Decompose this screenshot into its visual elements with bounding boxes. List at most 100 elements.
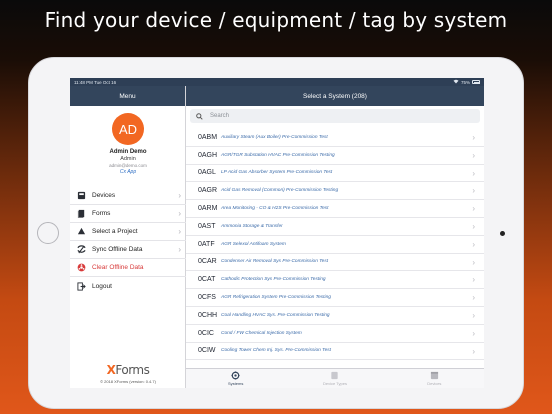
search-icon (196, 112, 203, 120)
chevron-right-icon: › (472, 150, 475, 160)
system-code: 0ATF (198, 240, 215, 248)
ipad-frame: 11:48 PM Tue Oct 16 75% Menu AD Admin De… (28, 57, 524, 409)
chevron-right-icon: › (472, 310, 475, 320)
profile-name: Admin Demo (109, 149, 147, 155)
sidebar-item-logout[interactable]: Logout (70, 277, 186, 295)
system-code: 0CIC (198, 329, 214, 337)
system-description: Cond / FW Chemical Injection System (221, 330, 302, 336)
system-description: Cathodic Protection Sys Pre-Commission T… (221, 277, 326, 283)
table-row[interactable]: 0CIW Cooling Tower Chem Inj. Sys. Pre-Com… (186, 342, 484, 361)
table-row[interactable]: 0AGL LP Acid Gas Absorber System Pre-Comm… (186, 164, 484, 183)
system-description: Condenser Air Removal Sys Pre-Commission… (221, 259, 329, 265)
table-row[interactable]: 0AGR Acid Gas Removal (Common) Pre-Commis… (186, 182, 484, 201)
system-code: 0AGH (198, 151, 218, 159)
chevron-right-icon: › (472, 186, 475, 196)
table-row[interactable]: 0AGH AGR/TGR Substation HVAC Pre-Commissi… (186, 146, 484, 165)
tab-systems[interactable]: Systems (186, 369, 285, 388)
battery-icon (472, 80, 480, 84)
table-row[interactable]: 0CFS AGR Refrigeration System Pre-Commiss… (186, 289, 484, 307)
project-icon (77, 227, 86, 236)
tab-label: Device Types (323, 381, 347, 386)
clear-data-icon (77, 263, 86, 272)
search-input[interactable]: Search (190, 109, 480, 123)
table-row[interactable]: 0CAT Cathodic Protection Sys Pre-Commissi… (186, 271, 484, 290)
chevron-right-icon: › (472, 275, 475, 285)
chevron-right-icon: › (472, 133, 475, 142)
system-description: Area Monitoring - CO & H2S Pre-Commissio… (221, 206, 329, 212)
sidebar-item-label: Devices (92, 192, 116, 199)
sidebar-item-label: Clear Offline Data (92, 264, 144, 271)
camera-icon (500, 231, 505, 236)
tab-device-types[interactable]: Device Types (285, 369, 384, 388)
chevron-right-icon: › (472, 168, 475, 178)
forms-icon (77, 209, 86, 218)
system-description: AGR Refrigeration System Pre-Commission … (221, 295, 331, 301)
system-description: Auxiliary Steam (Aux Boiler) Pre-Commiss… (221, 134, 328, 140)
chevron-right-icon: › (178, 245, 181, 254)
system-description: LP Acid Gas Absorber System Pre-Commissi… (221, 170, 333, 176)
search-bar: Search (186, 106, 484, 126)
table-row[interactable]: 0ATF AGR Selexol Antifoam System › (186, 235, 484, 254)
table-row[interactable]: 0AST Ammonia Storage & Transfer › (186, 217, 484, 236)
system-description: Coal Handling HVAC Sys. Pre-Commission T… (221, 312, 330, 318)
table-row[interactable]: 0CHH Coal Handling HVAC Sys. Pre-Commissi… (186, 306, 484, 325)
system-code: 0CAR (198, 258, 217, 266)
sidebar-item-label: Select a Project (92, 228, 138, 235)
sync-icon (77, 245, 86, 254)
system-code: 0CHH (198, 311, 218, 319)
devices-tab-icon (430, 371, 439, 380)
chevron-right-icon: › (472, 328, 475, 338)
tab-devices[interactable]: Devices (385, 369, 484, 388)
table-row[interactable]: 0CAR Condenser Air Removal Sys Pre-Commis… (186, 253, 484, 272)
chevron-right-icon: › (472, 221, 475, 231)
systems-icon (231, 371, 240, 380)
xforms-logo: XForms (70, 363, 186, 377)
wifi-icon (453, 79, 459, 85)
chevron-right-icon: › (178, 191, 181, 200)
chevron-right-icon: › (472, 346, 475, 356)
system-code: 0AGL (198, 169, 216, 177)
devices-icon (77, 191, 86, 200)
home-button[interactable] (37, 222, 59, 244)
chevron-right-icon: › (178, 209, 181, 218)
copyright-text: © 2018 XForms (version: 0.4.7) (100, 379, 156, 384)
profile-app-link[interactable]: Cx App (70, 169, 186, 175)
device-types-icon (330, 371, 339, 380)
promo-headline: Find your device / equipment / tag by sy… (44, 8, 508, 32)
system-code: 0CIW (198, 347, 216, 355)
sidebar-item-devices[interactable]: Devices › (70, 187, 186, 205)
page-title: Select a System (208) (303, 92, 367, 100)
sidebar-item-clear-offline[interactable]: Clear Offline Data (70, 259, 186, 277)
status-time: 11:48 PM Tue Oct 16 (74, 79, 117, 85)
table-row[interactable]: 0CIC Cond / FW Chemical Injection System › (186, 324, 484, 343)
sidebar-item-forms[interactable]: Forms › (70, 205, 186, 223)
logo-text: Forms (115, 363, 150, 377)
sidebar-item-label: Forms (92, 210, 111, 217)
system-code: 0AGR (198, 187, 218, 195)
system-code: 0ARM (198, 205, 218, 213)
system-code: 0CFS (198, 294, 216, 302)
app-screen: 11:48 PM Tue Oct 16 75% Menu AD Admin De… (70, 78, 484, 388)
profile-role: Admin (120, 156, 136, 162)
system-description: Acid Gas Removal (Common) Pre-Commission… (221, 188, 339, 194)
avatar[interactable]: AD (112, 113, 144, 145)
sidebar-item-sync-offline[interactable]: Sync Offline Data › (70, 241, 186, 259)
sidebar-header: Menu (70, 86, 185, 106)
chevron-right-icon: › (472, 293, 475, 303)
system-description: AGR Selexol Antifoam System (221, 241, 286, 247)
table-row[interactable]: 0ABM Auxiliary Steam (Aux Boiler) Pre-Com… (186, 129, 484, 147)
sidebar-item-label: Logout (92, 282, 112, 290)
logout-icon (77, 281, 86, 291)
tab-label: Devices (427, 381, 442, 386)
sidebar-item-select-project[interactable]: Select a Project › (70, 223, 186, 241)
system-code: 0ABM (198, 133, 218, 141)
search-placeholder: Search (210, 113, 230, 119)
system-description: Ammonia Storage & Transfer (221, 223, 283, 229)
main-header: Select a System (208) (186, 86, 484, 106)
system-description: Cooling Tower Chem Inj. Sys. Pre-Commiss… (221, 348, 332, 354)
avatar-initials: AD (118, 121, 138, 137)
system-list: 0ABM Auxiliary Steam (Aux Boiler) Pre-Com… (186, 129, 484, 361)
tab-bar: Systems Device Types Devices (186, 368, 484, 388)
table-row[interactable]: 0ARM Area Monitoring - CO & H2S Pre-Commi… (186, 200, 484, 218)
profile-email: admin@demo.com (109, 163, 147, 168)
